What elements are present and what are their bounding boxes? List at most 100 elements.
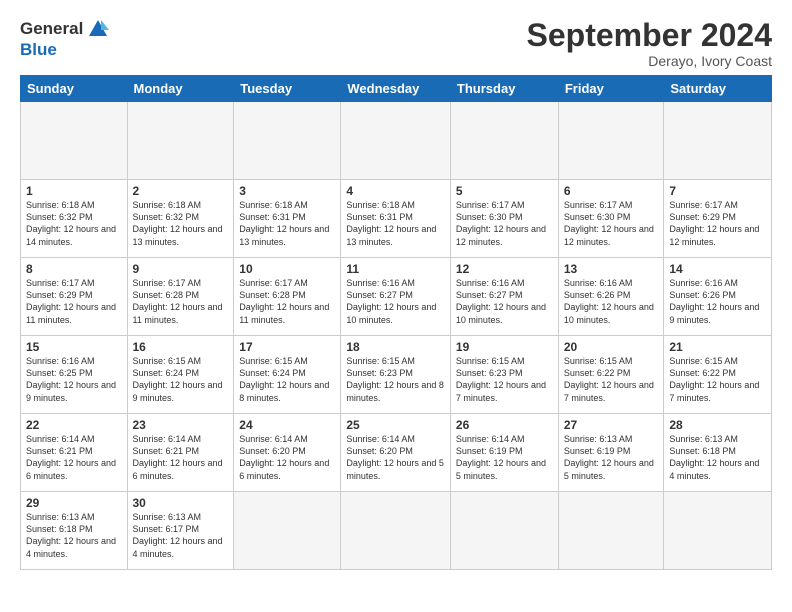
- table-row: [558, 102, 664, 180]
- table-row: 14Sunrise: 6:16 AMSunset: 6:26 PMDayligh…: [664, 258, 772, 336]
- day-number: 9: [133, 262, 229, 276]
- day-info: Sunrise: 6:16 AMSunset: 6:26 PMDaylight:…: [564, 277, 659, 326]
- header-sunday: Sunday: [21, 76, 128, 102]
- table-row: [341, 492, 451, 570]
- calendar-week-4: 22Sunrise: 6:14 AMSunset: 6:21 PMDayligh…: [21, 414, 772, 492]
- location: Derayo, Ivory Coast: [527, 53, 772, 69]
- table-row: 11Sunrise: 6:16 AMSunset: 6:27 PMDayligh…: [341, 258, 451, 336]
- day-number: 7: [669, 184, 766, 198]
- table-row: 26Sunrise: 6:14 AMSunset: 6:19 PMDayligh…: [450, 414, 558, 492]
- table-row: 29Sunrise: 6:13 AMSunset: 6:18 PMDayligh…: [21, 492, 128, 570]
- page: General Blue September 2024 Derayo, Ivor…: [0, 0, 792, 580]
- month-title: September 2024: [527, 18, 772, 53]
- calendar-week-5: 29Sunrise: 6:13 AMSunset: 6:18 PMDayligh…: [21, 492, 772, 570]
- table-row: [21, 102, 128, 180]
- day-info: Sunrise: 6:15 AMSunset: 6:22 PMDaylight:…: [564, 355, 659, 404]
- day-info: Sunrise: 6:17 AMSunset: 6:28 PMDaylight:…: [239, 277, 335, 326]
- day-number: 29: [26, 496, 122, 510]
- header-tuesday: Tuesday: [234, 76, 341, 102]
- table-row: 28Sunrise: 6:13 AMSunset: 6:18 PMDayligh…: [664, 414, 772, 492]
- day-number: 19: [456, 340, 553, 354]
- day-number: 28: [669, 418, 766, 432]
- table-row: 19Sunrise: 6:15 AMSunset: 6:23 PMDayligh…: [450, 336, 558, 414]
- header-saturday: Saturday: [664, 76, 772, 102]
- logo: General Blue: [20, 18, 109, 60]
- day-number: 5: [456, 184, 553, 198]
- day-number: 6: [564, 184, 659, 198]
- day-info: Sunrise: 6:16 AMSunset: 6:27 PMDaylight:…: [456, 277, 553, 326]
- table-row: [664, 492, 772, 570]
- day-info: Sunrise: 6:16 AMSunset: 6:27 PMDaylight:…: [346, 277, 445, 326]
- day-info: Sunrise: 6:13 AMSunset: 6:17 PMDaylight:…: [133, 511, 229, 560]
- logo-general-text: General: [20, 19, 83, 39]
- day-info: Sunrise: 6:15 AMSunset: 6:23 PMDaylight:…: [346, 355, 445, 404]
- table-row: 1Sunrise: 6:18 AMSunset: 6:32 PMDaylight…: [21, 180, 128, 258]
- calendar-week-1: 1Sunrise: 6:18 AMSunset: 6:32 PMDaylight…: [21, 180, 772, 258]
- calendar-week-2: 8Sunrise: 6:17 AMSunset: 6:29 PMDaylight…: [21, 258, 772, 336]
- day-number: 24: [239, 418, 335, 432]
- table-row: [127, 102, 234, 180]
- day-number: 25: [346, 418, 445, 432]
- day-info: Sunrise: 6:17 AMSunset: 6:30 PMDaylight:…: [564, 199, 659, 248]
- day-info: Sunrise: 6:17 AMSunset: 6:29 PMDaylight:…: [669, 199, 766, 248]
- day-number: 30: [133, 496, 229, 510]
- day-info: Sunrise: 6:17 AMSunset: 6:29 PMDaylight:…: [26, 277, 122, 326]
- table-row: 22Sunrise: 6:14 AMSunset: 6:21 PMDayligh…: [21, 414, 128, 492]
- day-number: 27: [564, 418, 659, 432]
- day-info: Sunrise: 6:14 AMSunset: 6:19 PMDaylight:…: [456, 433, 553, 482]
- day-info: Sunrise: 6:16 AMSunset: 6:26 PMDaylight:…: [669, 277, 766, 326]
- table-row: 17Sunrise: 6:15 AMSunset: 6:24 PMDayligh…: [234, 336, 341, 414]
- table-row: [664, 102, 772, 180]
- header-monday: Monday: [127, 76, 234, 102]
- table-row: 10Sunrise: 6:17 AMSunset: 6:28 PMDayligh…: [234, 258, 341, 336]
- calendar-week-0: [21, 102, 772, 180]
- calendar-week-3: 15Sunrise: 6:16 AMSunset: 6:25 PMDayligh…: [21, 336, 772, 414]
- day-info: Sunrise: 6:15 AMSunset: 6:24 PMDaylight:…: [239, 355, 335, 404]
- day-info: Sunrise: 6:13 AMSunset: 6:18 PMDaylight:…: [669, 433, 766, 482]
- table-row: 30Sunrise: 6:13 AMSunset: 6:17 PMDayligh…: [127, 492, 234, 570]
- day-info: Sunrise: 6:18 AMSunset: 6:32 PMDaylight:…: [26, 199, 122, 248]
- day-number: 17: [239, 340, 335, 354]
- day-info: Sunrise: 6:15 AMSunset: 6:22 PMDaylight:…: [669, 355, 766, 404]
- table-row: [450, 102, 558, 180]
- table-row: 3Sunrise: 6:18 AMSunset: 6:31 PMDaylight…: [234, 180, 341, 258]
- day-number: 2: [133, 184, 229, 198]
- table-row: [234, 492, 341, 570]
- day-number: 1: [26, 184, 122, 198]
- header-wednesday: Wednesday: [341, 76, 451, 102]
- day-number: 8: [26, 262, 122, 276]
- table-row: 15Sunrise: 6:16 AMSunset: 6:25 PMDayligh…: [21, 336, 128, 414]
- day-info: Sunrise: 6:17 AMSunset: 6:30 PMDaylight:…: [456, 199, 553, 248]
- day-info: Sunrise: 6:15 AMSunset: 6:24 PMDaylight:…: [133, 355, 229, 404]
- table-row: 16Sunrise: 6:15 AMSunset: 6:24 PMDayligh…: [127, 336, 234, 414]
- header-thursday: Thursday: [450, 76, 558, 102]
- day-info: Sunrise: 6:15 AMSunset: 6:23 PMDaylight:…: [456, 355, 553, 404]
- table-row: 24Sunrise: 6:14 AMSunset: 6:20 PMDayligh…: [234, 414, 341, 492]
- table-row: 5Sunrise: 6:17 AMSunset: 6:30 PMDaylight…: [450, 180, 558, 258]
- day-number: 12: [456, 262, 553, 276]
- logo-icon: [87, 18, 109, 40]
- calendar: Sunday Monday Tuesday Wednesday Thursday…: [20, 75, 772, 570]
- day-info: Sunrise: 6:17 AMSunset: 6:28 PMDaylight:…: [133, 277, 229, 326]
- table-row: 9Sunrise: 6:17 AMSunset: 6:28 PMDaylight…: [127, 258, 234, 336]
- table-row: 7Sunrise: 6:17 AMSunset: 6:29 PMDaylight…: [664, 180, 772, 258]
- table-row: 23Sunrise: 6:14 AMSunset: 6:21 PMDayligh…: [127, 414, 234, 492]
- table-row: 13Sunrise: 6:16 AMSunset: 6:26 PMDayligh…: [558, 258, 664, 336]
- day-info: Sunrise: 6:18 AMSunset: 6:31 PMDaylight:…: [239, 199, 335, 248]
- day-number: 21: [669, 340, 766, 354]
- day-info: Sunrise: 6:14 AMSunset: 6:20 PMDaylight:…: [239, 433, 335, 482]
- day-info: Sunrise: 6:18 AMSunset: 6:31 PMDaylight:…: [346, 199, 445, 248]
- day-number: 23: [133, 418, 229, 432]
- day-number: 18: [346, 340, 445, 354]
- day-info: Sunrise: 6:14 AMSunset: 6:20 PMDaylight:…: [346, 433, 445, 482]
- table-row: 12Sunrise: 6:16 AMSunset: 6:27 PMDayligh…: [450, 258, 558, 336]
- day-number: 16: [133, 340, 229, 354]
- logo-blue-text: Blue: [20, 40, 57, 60]
- day-number: 11: [346, 262, 445, 276]
- day-number: 14: [669, 262, 766, 276]
- day-number: 22: [26, 418, 122, 432]
- table-row: 27Sunrise: 6:13 AMSunset: 6:19 PMDayligh…: [558, 414, 664, 492]
- day-number: 26: [456, 418, 553, 432]
- table-row: 20Sunrise: 6:15 AMSunset: 6:22 PMDayligh…: [558, 336, 664, 414]
- day-number: 3: [239, 184, 335, 198]
